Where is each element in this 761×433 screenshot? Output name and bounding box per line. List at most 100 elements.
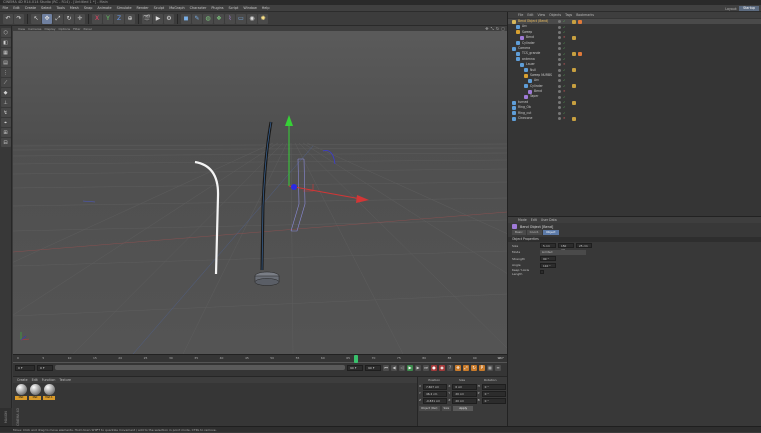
object-visibility-flags[interactable]: ✓: [558, 79, 567, 83]
property-field[interactable]: 150 cm: [558, 243, 574, 252]
material-swatch[interactable]: Mat: [15, 384, 27, 400]
autokey-icon[interactable]: ◉: [439, 364, 445, 371]
object-menu-file[interactable]: File: [518, 13, 523, 17]
go-to-start-icon[interactable]: ⏮: [383, 364, 389, 371]
menu-select[interactable]: Select: [41, 5, 51, 12]
object-visibility-flags[interactable]: ✓: [558, 68, 567, 72]
play-backward-icon[interactable]: ◁: [399, 364, 405, 371]
menu-mesh[interactable]: Mesh: [70, 5, 79, 12]
render-picture-viewer-icon[interactable]: ▶: [153, 13, 163, 24]
next-key-icon[interactable]: ▶: [415, 364, 421, 371]
pen-spline-icon[interactable]: ✎: [192, 13, 202, 24]
timeline-settings-icon[interactable]: ≡: [495, 364, 501, 371]
menu-animate[interactable]: Animate: [97, 5, 111, 12]
perspective-viewport[interactable]: View Cameras Display Options Filter Panel ✥ ⤡…: [13, 26, 507, 354]
object-visibility-flags[interactable]: ✓: [558, 30, 567, 34]
menu-simulate[interactable]: Simulate: [117, 5, 132, 12]
object-menu-bookmarks[interactable]: Bookmarks: [576, 13, 594, 17]
object-visibility-flags[interactable]: ✓: [558, 111, 567, 115]
material-menu-function[interactable]: Function: [42, 378, 56, 382]
property-checkbox[interactable]: [540, 269, 544, 274]
tab-coord[interactable]: Coord.: [526, 230, 543, 235]
material-menu-edit[interactable]: Edit: [32, 378, 38, 382]
object-menu-tags[interactable]: Tags: [565, 13, 572, 17]
coordinate-field[interactable]: 20 cm: [452, 391, 477, 397]
tab-basic[interactable]: Basic: [512, 230, 526, 235]
attribute-menu-edit[interactable]: Edit: [531, 218, 537, 222]
object-visibility-flags[interactable]: ✕: [558, 36, 567, 40]
size-mode-dropdown[interactable]: Size: [441, 406, 452, 411]
timeline-ruler[interactable]: 90 F 0 5 10 15 20 25 30 35 40 45 50 55 60 65 70 75 80 85 9…: [13, 355, 507, 363]
end-frame-field[interactable]: 90 F: [365, 364, 381, 371]
object-visibility-flags[interactable]: ✓: [558, 84, 567, 88]
object-tags[interactable]: [572, 19, 582, 24]
viewport-menu-display[interactable]: Display: [44, 27, 55, 31]
object-visibility-flags[interactable]: ✕: [558, 117, 567, 121]
menu-help[interactable]: Help: [262, 5, 270, 12]
viewport-scene[interactable]: [13, 26, 507, 354]
property-field[interactable]: 110 °: [540, 262, 556, 268]
menu-snap[interactable]: Snap: [84, 5, 93, 12]
layout-dropdown[interactable]: Startup: [739, 6, 759, 11]
z-axis-icon[interactable]: Z: [114, 13, 124, 24]
property-field[interactable]: 25 cm: [576, 243, 592, 249]
object-menu-view[interactable]: View: [538, 13, 546, 17]
render-view-icon[interactable]: 🎬: [142, 13, 152, 24]
move-tool-icon[interactable]: ✥: [42, 13, 52, 24]
scene-icon[interactable]: ▭: [236, 13, 246, 24]
undo-icon[interactable]: ↶: [3, 13, 13, 24]
playhead[interactable]: [354, 355, 359, 363]
preview-range-slider[interactable]: [55, 365, 345, 370]
coordinate-field[interactable]: -0.831 cm: [423, 398, 448, 404]
object-visibility-flags[interactable]: ✕: [558, 90, 567, 94]
menu-edit[interactable]: Edit: [13, 5, 20, 12]
rotate-tool-icon[interactable]: ↻: [64, 13, 74, 24]
object-visibility-flags[interactable]: ✓: [558, 47, 567, 51]
redo-icon[interactable]: ↷: [14, 13, 24, 24]
start-frame-field[interactable]: 0 F: [15, 364, 35, 371]
viewport-menu-filter[interactable]: Filter: [73, 27, 80, 31]
object-row[interactable]: Cinecone ✕: [508, 116, 761, 121]
menu-window[interactable]: Window: [243, 5, 256, 12]
material-swatch[interactable]: Mat.1: [43, 384, 55, 400]
coordinate-field[interactable]: 0 °: [481, 391, 506, 397]
recent-tools-icon[interactable]: ✛: [75, 13, 85, 24]
object-visibility-flags[interactable]: ✓: [558, 25, 567, 29]
go-to-end-icon[interactable]: ⏭: [423, 364, 429, 371]
attribute-menu-user-data[interactable]: User Data: [541, 218, 557, 222]
z-axis-handle[interactable]: [291, 184, 297, 190]
object-visibility-flags[interactable]: ✓: [558, 41, 567, 45]
cube-primitive-icon[interactable]: ◼: [181, 13, 191, 24]
orbit-icon[interactable]: ↻: [496, 26, 499, 31]
property-dropdown[interactable]: Limited: [540, 249, 586, 255]
record-icon[interactable]: ●: [431, 364, 437, 371]
property-field[interactable]: 90 °: [540, 256, 556, 262]
key-parameter-icon[interactable]: P: [479, 364, 485, 371]
object-visibility-flags[interactable]: ✕: [558, 63, 567, 67]
array-icon[interactable]: ❖: [214, 13, 224, 24]
nurbs-icon[interactable]: ◍: [203, 13, 213, 24]
key-position-icon[interactable]: ✥: [455, 364, 461, 371]
object-tags[interactable]: [572, 68, 576, 73]
object-visibility-flags[interactable]: ✓: [558, 52, 567, 56]
object-menu-objects[interactable]: Objects: [549, 13, 561, 17]
live-selection-icon[interactable]: ↖: [31, 13, 41, 24]
locked-workplane-icon[interactable]: ⊞: [0, 128, 11, 137]
play-icon[interactable]: ▶: [407, 364, 413, 371]
coordinate-field[interactable]: 7.607 cm: [423, 384, 448, 390]
texture-mode-icon[interactable]: ▦: [0, 48, 11, 57]
object-tags[interactable]: [572, 52, 582, 57]
apply-button[interactable]: Apply: [453, 406, 474, 411]
object-tags[interactable]: [572, 116, 576, 121]
planar-workplane-icon[interactable]: ⊟: [0, 138, 11, 147]
pan-icon[interactable]: ✥: [485, 26, 488, 31]
menu-plugins[interactable]: Plugins: [211, 5, 223, 12]
x-axis-icon[interactable]: X: [92, 13, 102, 24]
object-visibility-flags[interactable]: ✓: [558, 74, 567, 78]
y-axis-icon[interactable]: Y: [103, 13, 113, 24]
layout-selector[interactable]: Layout: Startup: [725, 6, 759, 11]
coordinate-field[interactable]: 0 cm: [452, 384, 477, 390]
menu-tools[interactable]: Tools: [57, 5, 65, 12]
key-scale-icon[interactable]: ⤢: [463, 364, 469, 371]
menu-character[interactable]: Character: [190, 5, 207, 12]
